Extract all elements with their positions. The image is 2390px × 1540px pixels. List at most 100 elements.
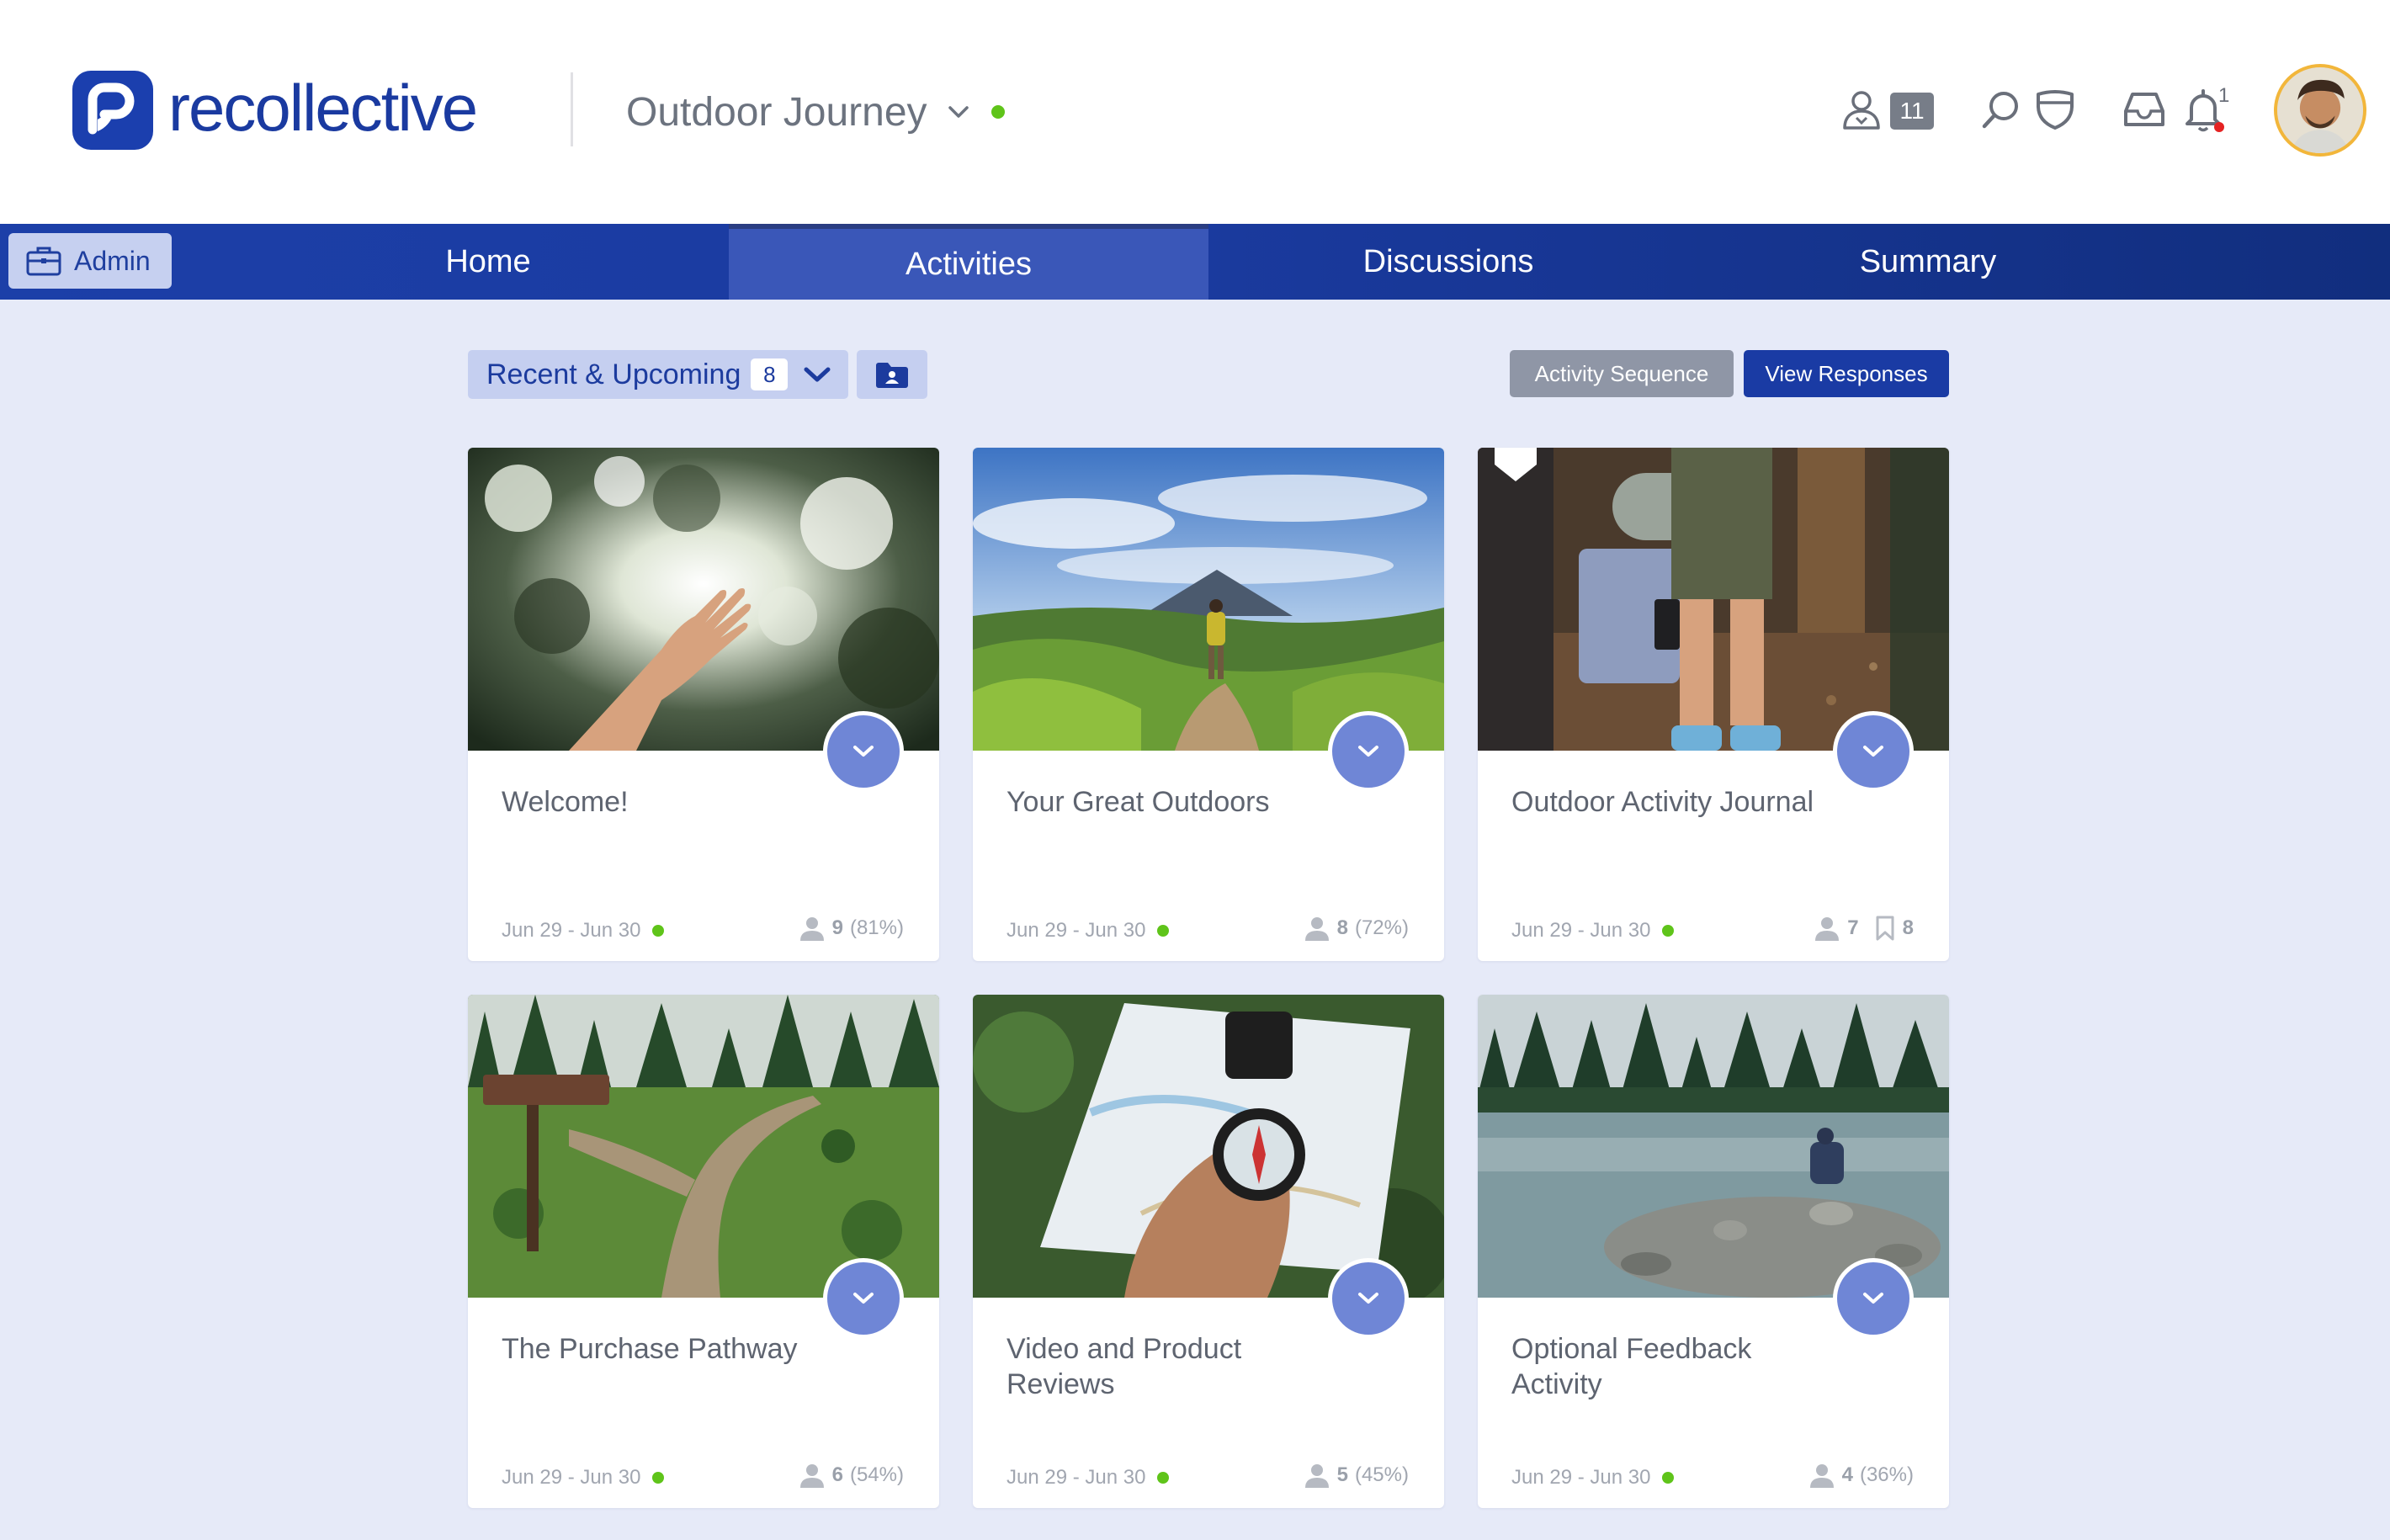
brand-wordmark[interactable]: recollective [168,66,478,150]
activity-card-purchase-pathway[interactable]: The Purchase Pathway Jun 29 - Jun 30 6 (… [468,995,939,1508]
activity-filter-dropdown[interactable]: Recent & Upcoming 8 [468,350,848,399]
card-expand-toggle[interactable] [1833,711,1914,792]
participant-count: 4 [1841,1463,1853,1486]
card-title: Your Great Outdoors [1006,786,1270,818]
group-folder-button[interactable] [857,350,927,399]
card-image-hiker-volcano [973,448,1444,751]
chevron-down-icon [1358,1293,1378,1304]
completion-percent: (45%) [1354,1463,1409,1486]
card-live-indicator [652,1472,665,1484]
participant-count: 5 [1336,1463,1348,1486]
card-live-indicator [1157,1472,1170,1484]
card-date-range: Jun 29 - Jun 30 [1006,1466,1146,1489]
participant-count: 7 [1847,916,1859,939]
project-name: Outdoor Journey [626,89,927,135]
participant-icon [799,917,824,941]
chevron-down-icon [948,106,969,118]
main-navigation: Admin Home Activities Discussions Summar… [0,224,2390,300]
card-stats: 5 (45%) [1304,1463,1409,1488]
bookmark-icon [1876,916,1894,941]
shield-icon[interactable] [2032,86,2079,133]
card-stats: 8 (72%) [1304,916,1409,941]
completion-percent: (54%) [849,1463,904,1486]
card-live-indicator [1662,925,1675,937]
card-dates: Jun 29 - Jun 30 [1006,919,1170,943]
card-date-range: Jun 29 - Jun 30 [1006,919,1146,942]
recollective-logo-icon[interactable] [72,71,153,150]
card-title: Optional Feedback Activity [1511,1333,1752,1400]
card-image-hand-forest [468,448,939,751]
card-title: Welcome! [502,786,629,818]
card-stats: 7 8 [1814,916,1914,941]
card-live-indicator [652,925,665,937]
card-expand-toggle[interactable] [1328,1258,1409,1339]
card-dates: Jun 29 - Jun 30 [1511,1466,1675,1490]
chevron-down-icon [853,1293,874,1304]
tab-activities[interactable]: Activities [729,224,1208,300]
activity-card-video-reviews[interactable]: Video and Product Reviews Jun 29 - Jun 3… [973,995,1444,1508]
card-date-range: Jun 29 - Jun 30 [502,1466,641,1489]
notification-unread-dot [2214,122,2224,132]
header-divider [571,72,573,146]
activity-card-great-outdoors[interactable]: Your Great Outdoors Jun 29 - Jun 30 8 (7… [973,448,1444,961]
card-expand-toggle[interactable] [823,1258,904,1339]
chevron-down-icon [853,746,874,757]
participants-count-badge: 11 [1890,93,1934,130]
participant-count: 8 [1336,916,1348,939]
card-image-trail-sign [468,995,939,1298]
admin-button[interactable]: Admin [8,233,172,289]
completion-percent: (81%) [849,916,904,939]
participant-icon [1815,917,1840,941]
user-avatar[interactable] [2274,64,2366,157]
activity-sequence-button[interactable]: Activity Sequence [1510,350,1734,397]
card-expand-toggle[interactable] [823,711,904,792]
chevron-down-icon [804,367,831,382]
card-expand-toggle[interactable] [1833,1258,1914,1339]
card-image-river-rocks [1478,995,1949,1298]
activity-card-optional-feedback[interactable]: Optional Feedback Activity Jun 29 - Jun … [1478,995,1949,1508]
filter-count-badge: 8 [751,358,789,390]
card-dates: Jun 29 - Jun 30 [1006,1466,1170,1490]
card-date-range: Jun 29 - Jun 30 [1511,919,1651,942]
bookmark-count: 8 [1902,916,1914,939]
project-live-indicator [991,105,1005,119]
card-title: Video and Product Reviews [1006,1333,1242,1400]
participant-icon [1304,1464,1329,1488]
participant-count: 9 [831,916,843,939]
participant-icon [799,1464,824,1488]
completion-percent: (72%) [1354,916,1409,939]
participant-icon [1809,1464,1834,1488]
card-image-compass-map [973,995,1444,1298]
view-responses-button[interactable]: View Responses [1744,350,1949,397]
card-stats: 9 (81%) [799,916,904,941]
card-dates: Jun 29 - Jun 30 [502,919,665,943]
chevron-down-icon [1863,746,1883,757]
participants-icon[interactable] [1838,86,1885,133]
tab-discussions[interactable]: Discussions [1208,224,1688,300]
briefcase-icon [26,247,61,276]
tab-summary[interactable]: Summary [1688,224,2168,300]
card-stats: 4 (36%) [1808,1463,1914,1488]
card-title: The Purchase Pathway [502,1333,798,1365]
chevron-down-icon [1863,1293,1883,1304]
avatar-image [2277,67,2363,153]
project-switcher[interactable]: Outdoor Journey [626,82,1005,141]
activity-card-welcome[interactable]: Welcome! Jun 29 - Jun 30 9 (81%) [468,448,939,961]
search-icon[interactable] [1978,86,2025,133]
card-title: Outdoor Activity Journal [1511,786,1814,818]
participant-icon [1304,917,1329,941]
chevron-down-icon [1358,746,1378,757]
card-live-indicator [1662,1472,1675,1484]
card-dates: Jun 29 - Jun 30 [1511,919,1675,943]
folder-user-icon [876,363,908,388]
card-expand-toggle[interactable] [1328,711,1409,792]
activity-card-outdoor-journal[interactable]: Outdoor Activity Journal Jun 29 - Jun 30… [1478,448,1949,961]
card-image-camping-gear [1478,448,1949,751]
inbox-icon[interactable] [2121,86,2168,133]
card-date-range: Jun 29 - Jun 30 [1511,1466,1651,1489]
participant-count: 6 [831,1463,843,1486]
tab-home[interactable]: Home [247,224,729,300]
card-live-indicator [1157,925,1170,937]
filter-label: Recent & Upcoming [486,358,741,390]
completion-percent: (36%) [1859,1463,1914,1486]
